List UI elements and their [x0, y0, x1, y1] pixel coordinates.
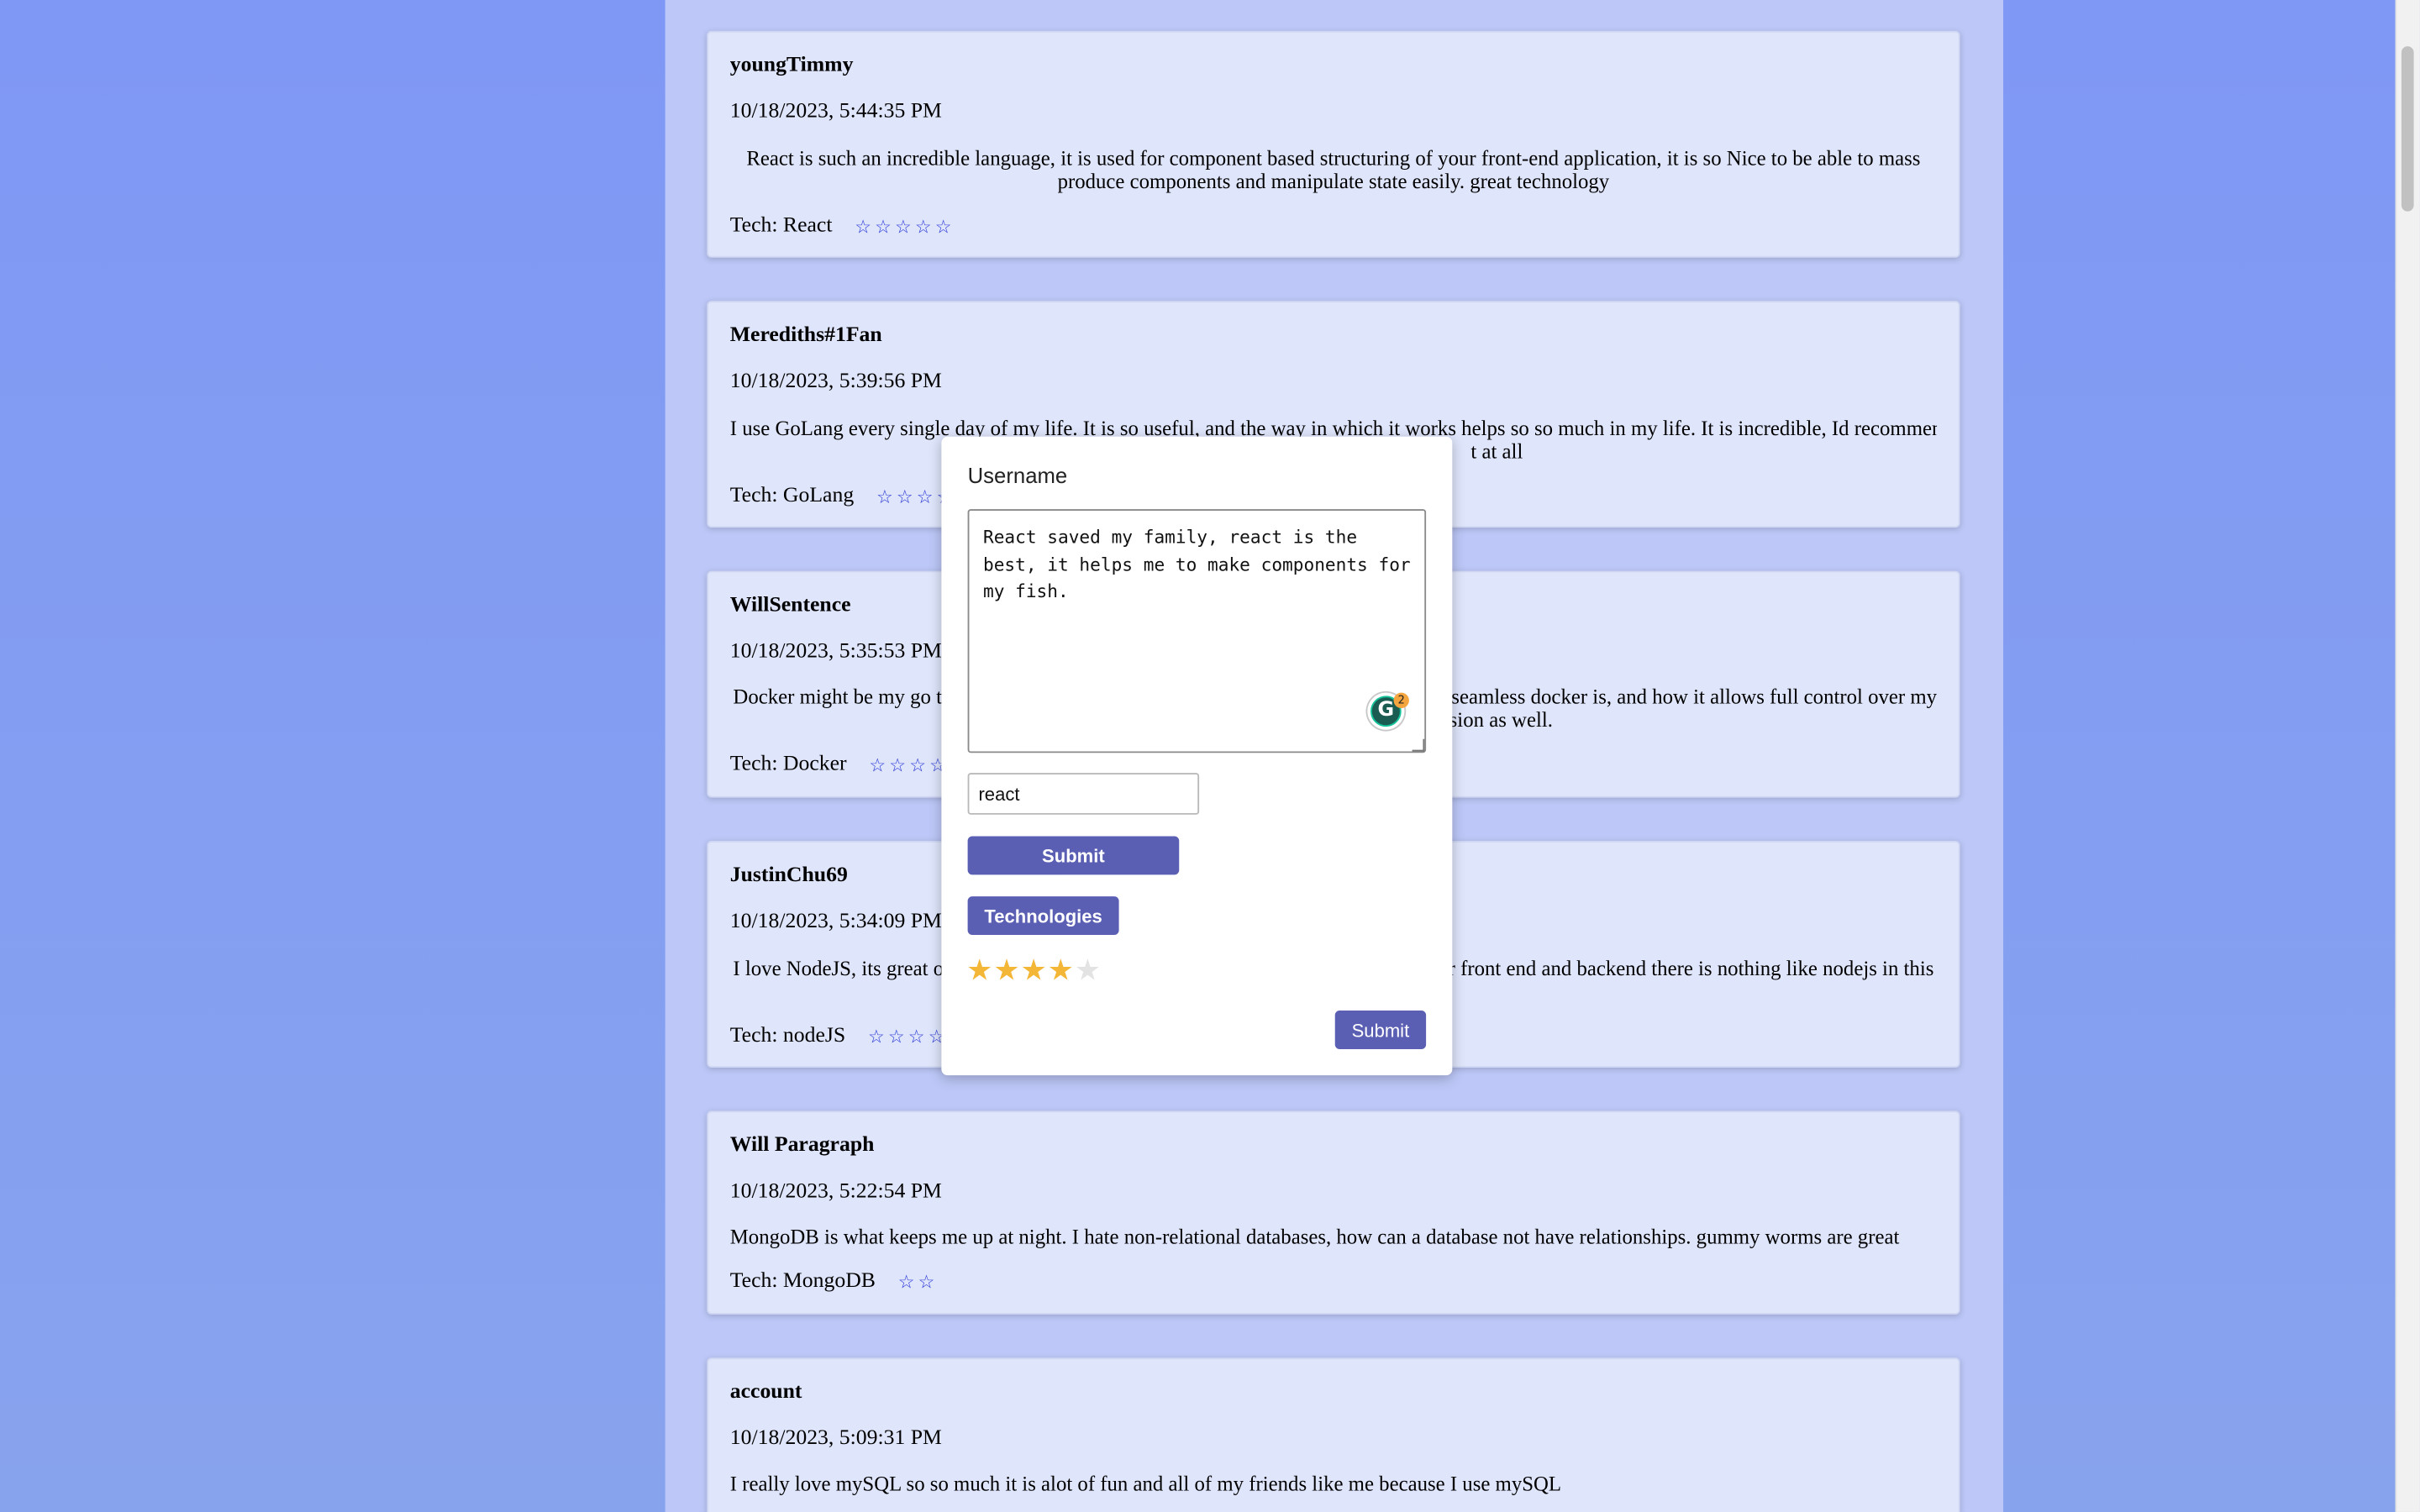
review-tech-label: Tech: nodeJS: [729, 1024, 846, 1048]
review-tech: Tech: Docker ☆ ☆ ☆ ☆: [730, 753, 947, 777]
review-star-rating: ☆ ☆ ☆ ☆ ☆: [854, 216, 953, 238]
review-card: youngTimmy 10/18/2023, 5:44:35 PM React …: [707, 30, 1960, 258]
star-filled-icon[interactable]: ★: [1020, 953, 1047, 987]
page-scrollbar[interactable]: [2395, 0, 2420, 1512]
review-text-right: v seamless docker is, and how it allows …: [1435, 685, 1938, 709]
review-text-continued: t at all: [1470, 439, 1523, 464]
technologies-button[interactable]: Technologies: [967, 896, 1119, 936]
review-text: I really love mySQL so so much it is alo…: [729, 1472, 1562, 1495]
star-outline-icon: ☆: [914, 216, 932, 238]
review-tech: Tech: React ☆ ☆ ☆ ☆ ☆: [730, 214, 953, 239]
review-text: React is such an incredible language, it…: [746, 146, 1921, 193]
new-review-modal: Username React saved my family, react is…: [941, 436, 1453, 1076]
review-tech-label: Tech: GoLang: [729, 484, 855, 508]
review-date: 10/18/2023, 5:39:56 PM: [729, 370, 942, 394]
star-filled-icon[interactable]: ★: [966, 953, 993, 987]
review-text-right: ur front end and backend there is nothin…: [1438, 956, 1934, 980]
star-outline-icon: ☆: [889, 754, 907, 776]
scrollbar-thumb[interactable]: [2401, 46, 2414, 212]
star-outline-icon: ☆: [875, 216, 892, 238]
review-text: Docker might be my go to: [733, 685, 953, 709]
review-username: Merediths#1Fan: [729, 323, 882, 348]
review-card: account 10/18/2023, 5:09:31 PM I really …: [707, 1357, 1960, 1512]
review-star-rating: ☆ ☆: [897, 1271, 936, 1293]
star-outline-icon: ☆: [908, 1026, 925, 1048]
review-tech-label: Tech: Docker: [729, 753, 847, 776]
star-empty-icon[interactable]: ★: [1074, 953, 1101, 987]
star-outline-icon: ☆: [896, 486, 913, 508]
star-rating-input[interactable]: ★ ★ ★ ★ ★: [966, 953, 1102, 987]
review-star-rating: ☆ ☆ ☆ ☆: [867, 1026, 946, 1047]
app-root: youngTimmy 10/18/2023, 5:44:35 PM React …: [0, 0, 2420, 1512]
review-tech: Tech: GoLang ☆ ☆ ☆ ☆: [730, 485, 955, 509]
review-card: Will Paragraph 10/18/2023, 5:22:54 PM Mo…: [707, 1110, 1960, 1315]
review-date: 10/18/2023, 5:34:09 PM: [729, 910, 942, 934]
review-username: account: [729, 1380, 802, 1404]
review-username: WillSentence: [729, 594, 851, 617]
star-outline-icon: ☆: [855, 216, 872, 238]
star-filled-icon[interactable]: ★: [1047, 953, 1074, 987]
review-date: 10/18/2023, 5:22:54 PM: [729, 1180, 942, 1204]
star-outline-icon: ☆: [887, 1026, 905, 1048]
review-text: I love NodeJS, its great or: [733, 956, 951, 980]
review-tech-label: Tech: MongoDB: [729, 1269, 876, 1294]
review-text-continued: sion as well.: [1449, 708, 1553, 732]
modal-title-username: Username: [967, 463, 1068, 488]
submit-review-button[interactable]: Submit: [1334, 1011, 1427, 1049]
star-outline-icon: ☆: [897, 1271, 915, 1294]
star-outline-icon: ☆: [909, 754, 926, 776]
review-date: 10/18/2023, 5:09:31 PM: [729, 1426, 942, 1451]
review-username: JustinChu69: [729, 864, 848, 888]
review-tech: Tech: nodeJS ☆ ☆ ☆ ☆: [730, 1025, 946, 1049]
review-tech: Tech: MongoDB ☆ ☆: [730, 1270, 936, 1294]
review-username: youngTimmy: [729, 54, 854, 77]
review-username: Will Paragraph: [729, 1133, 875, 1158]
star-outline-icon: ☆: [918, 1271, 935, 1294]
review-textarea[interactable]: React saved my family, react is the best…: [967, 509, 1427, 753]
star-outline-icon: ☆: [934, 216, 952, 238]
review-date: 10/18/2023, 5:44:35 PM: [729, 100, 942, 123]
star-filled-icon[interactable]: ★: [993, 953, 1020, 987]
review-tech-label: Tech: React: [729, 214, 833, 238]
review-text: MongoDB is what keeps me up at night. I …: [729, 1225, 1900, 1248]
submit-technology-button[interactable]: Submit: [967, 836, 1180, 875]
star-outline-icon: ☆: [916, 486, 934, 508]
technology-input[interactable]: [967, 773, 1200, 815]
review-date: 10/18/2023, 5:35:53 PM: [729, 640, 942, 664]
star-outline-icon: ☆: [869, 754, 886, 776]
review-star-rating: ☆ ☆ ☆ ☆: [868, 754, 947, 776]
textarea-resize-handle-icon[interactable]: [1412, 738, 1425, 752]
star-outline-icon: ☆: [876, 486, 893, 508]
star-outline-icon: ☆: [895, 216, 912, 238]
star-outline-icon: ☆: [868, 1026, 885, 1048]
grammarly-count-badge: 2: [1393, 692, 1409, 709]
